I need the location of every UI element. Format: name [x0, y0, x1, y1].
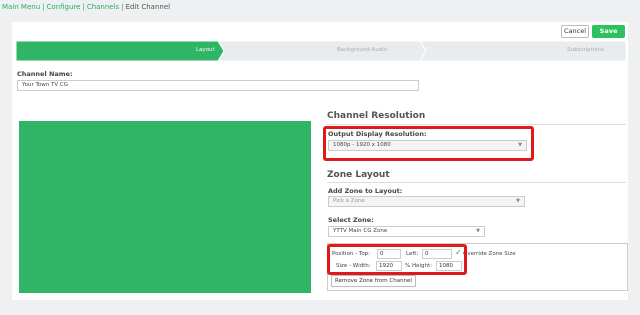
- position-top-label: Position - Top:: [332, 251, 371, 257]
- wizard-step-background-audio[interactable]: Background Audio: [337, 47, 387, 53]
- wizard-steps: Layout Background Audio Subscriptions: [16, 41, 626, 61]
- select-zone-select[interactable]: YTTV Main CG Zone ▼: [328, 226, 485, 237]
- position-top-value: 0: [380, 251, 384, 257]
- checkmark-icon[interactable]: ✓: [455, 248, 462, 257]
- breadcrumb: Main Menu | Configure | Channels | Edit Channe…: [2, 3, 170, 11]
- channel-name-input[interactable]: Your Town TV CG: [17, 80, 419, 91]
- select-zone-value: YTTV Main CG Zone: [333, 228, 388, 234]
- size-width-input[interactable]: 1920: [376, 261, 402, 271]
- wizard-step-layout[interactable]: Layout: [196, 47, 215, 53]
- remove-zone-button[interactable]: Remove Zone from Channel: [331, 275, 416, 287]
- breadcrumb-separator: |: [121, 3, 124, 11]
- size-height-input[interactable]: 1080: [436, 261, 462, 271]
- breadcrumb-current: Edit Channel: [125, 3, 171, 11]
- breadcrumb-channels[interactable]: Channels: [87, 3, 119, 11]
- add-zone-placeholder: Pick a Zone: [333, 198, 365, 204]
- position-left-value: 0: [425, 251, 429, 257]
- select-zone-label: Select Zone:: [328, 216, 374, 224]
- breadcrumb-configure[interactable]: Configure: [47, 3, 81, 11]
- channel-name-value: Your Town TV CG: [22, 82, 68, 88]
- output-resolution-label: Output Display Resolution:: [328, 130, 427, 138]
- chevron-down-icon: ▼: [518, 142, 522, 148]
- breadcrumb-separator: |: [82, 3, 85, 11]
- breadcrumb-main-menu[interactable]: Main Menu: [2, 3, 40, 11]
- size-height-value: 1080: [439, 263, 453, 269]
- position-top-input[interactable]: 0: [377, 249, 401, 259]
- channel-name-label: Channel Name:: [17, 70, 73, 78]
- section-divider: [327, 124, 626, 125]
- chevron-down-icon: ▼: [476, 228, 480, 234]
- output-resolution-value: 1080p - 1920 x 1080: [333, 142, 391, 148]
- add-zone-select[interactable]: Pick a Zone ▼: [328, 196, 525, 207]
- add-zone-label: Add Zone to Layout:: [328, 187, 403, 195]
- output-resolution-select[interactable]: 1080p - 1920 x 1080 ▼: [328, 140, 527, 151]
- wizard-step-bg-layout: [16, 41, 225, 61]
- save-button[interactable]: Save: [592, 25, 625, 38]
- breadcrumb-separator: |: [42, 3, 45, 11]
- layout-preview-canvas[interactable]: [19, 121, 311, 293]
- wizard-arrows: [16, 41, 626, 61]
- chevron-down-icon: ▼: [516, 198, 520, 204]
- channel-resolution-title: Channel Resolution: [327, 111, 426, 121]
- wizard-step-bg-background-audio: [217, 41, 427, 61]
- size-width-value: 1920: [379, 263, 393, 269]
- position-left-input[interactable]: 0: [422, 249, 452, 259]
- wizard-step-subscriptions[interactable]: Subscriptions: [567, 47, 604, 53]
- section-divider: [327, 182, 626, 183]
- left-label: Left:: [406, 251, 419, 257]
- cancel-button[interactable]: Cancel: [561, 25, 589, 38]
- zone-layout-title: Zone Layout: [327, 170, 390, 180]
- override-zone-size-label: Override Zone Size: [463, 251, 516, 257]
- size-width-label: Size - Width:: [336, 263, 371, 269]
- height-label: % Height:: [405, 263, 433, 269]
